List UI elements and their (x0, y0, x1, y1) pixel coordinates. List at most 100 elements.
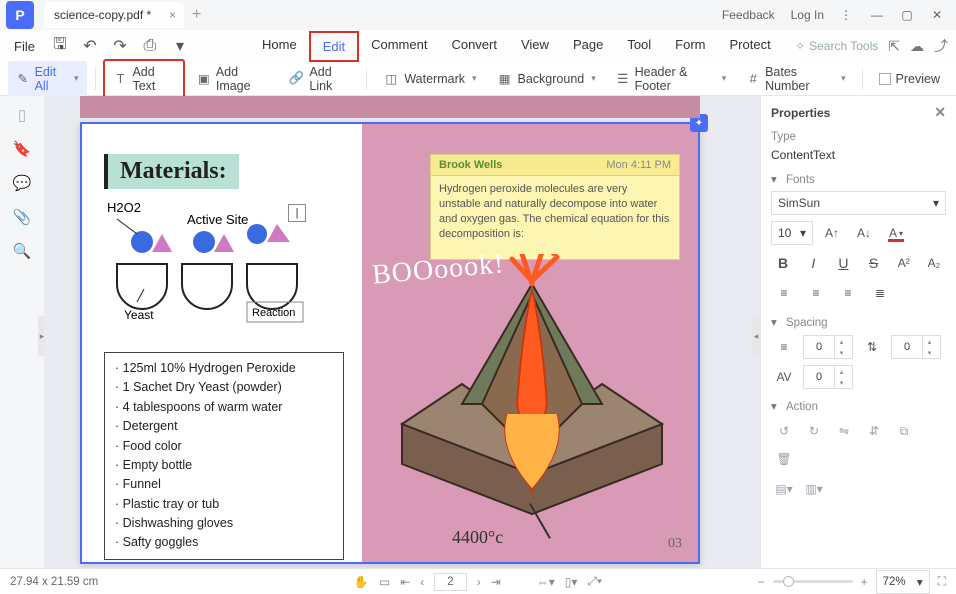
qat-chevron-icon[interactable]: ▾ (169, 35, 191, 57)
thumbnails-icon[interactable]: ▯ (18, 106, 26, 124)
up-arrow-icon[interactable]: ▴ (835, 336, 848, 347)
line-spacing-icon: ≡ (771, 335, 797, 359)
align-justify-button[interactable]: ≣ (867, 281, 893, 305)
zoom-out-icon[interactable]: − (758, 575, 765, 589)
edit-all-button[interactable]: ✎ Edit All ▾ (8, 61, 87, 97)
underline-button[interactable]: U (831, 251, 855, 275)
document-canvas[interactable]: ◂ ✦ Materials: | H2O2 Active Site (44, 96, 760, 568)
bookmarks-icon[interactable]: 🔖 (13, 140, 32, 158)
zoom-slider[interactable] (773, 580, 853, 583)
line-spacing-input[interactable]: ▴▾ (803, 335, 853, 359)
collapse-icon[interactable]: ▾ (771, 399, 781, 413)
subscript-button[interactable]: A₂ (922, 251, 946, 275)
rotate-cw-icon[interactable]: ↻ (801, 419, 827, 443)
down-arrow-icon[interactable]: ▾ (923, 347, 936, 358)
share-icon[interactable]: ⇱ (888, 38, 900, 55)
copy-icon[interactable]: ⧉ (891, 419, 917, 443)
bates-number-button[interactable]: # Bates Number ▾ (738, 61, 853, 97)
collapse-icon[interactable]: ▾ (771, 315, 781, 329)
superscript-button[interactable]: A² (892, 251, 916, 275)
search-tools-input[interactable]: ✧ Search Tools (795, 39, 878, 53)
properties-panel: Properties ✕ Type ContentText ▾Fonts Sim… (760, 96, 956, 568)
rotate-ccw-icon[interactable]: ↺ (771, 419, 797, 443)
font-color-button[interactable]: A▾ (883, 221, 909, 245)
flip-v-icon[interactable]: ⇵ (861, 419, 887, 443)
background-button[interactable]: ▦ Background ▾ (489, 67, 604, 91)
redo-icon[interactable]: ↷ (109, 35, 131, 57)
comments-icon[interactable]: 💬 (13, 174, 32, 192)
align-center-button[interactable]: ≡ (803, 281, 829, 305)
align-right-button[interactable]: ≡ (835, 281, 861, 305)
page-number-input[interactable]: 2 (434, 573, 466, 591)
print-icon[interactable]: ⎙ (139, 35, 161, 57)
last-page-icon[interactable]: ⇥ (491, 575, 501, 589)
para-spacing-input[interactable]: ▴▾ (891, 335, 941, 359)
tab-form[interactable]: Form (663, 31, 717, 62)
next-page-icon[interactable]: › (477, 575, 481, 589)
tab-home[interactable]: Home (250, 31, 309, 62)
add-text-button[interactable]: T Add Text (103, 59, 184, 99)
decrease-font-icon[interactable]: A↓ (851, 221, 877, 245)
add-link-button[interactable]: 🔗 Add Link (281, 61, 359, 97)
upload-icon[interactable]: ⤴ (934, 36, 948, 56)
flip-h-icon[interactable]: ⇋ (831, 419, 857, 443)
first-page-icon[interactable]: ⇤ (400, 575, 410, 589)
down-arrow-icon[interactable]: ▾ (835, 377, 848, 388)
delete-icon[interactable]: 🗑 (771, 447, 797, 471)
arrange-front-icon[interactable]: ▤▾ (771, 477, 797, 501)
fullscreen-icon[interactable]: ⛶ (938, 574, 946, 589)
add-image-button[interactable]: ▣ Add Image (189, 61, 277, 97)
fit-width-icon[interactable]: ⇔▾ (537, 575, 555, 589)
single-page-icon[interactable]: ▯▾ (565, 575, 578, 589)
read-mode-icon[interactable]: ⤢▾ (587, 574, 602, 589)
align-left-button[interactable]: ≡ (771, 281, 797, 305)
login-link[interactable]: Log In (785, 4, 830, 26)
up-arrow-icon[interactable]: ▴ (835, 366, 848, 377)
font-family-select[interactable]: SimSun▾ (771, 191, 946, 215)
zoom-select[interactable]: 72%▾ (876, 570, 930, 594)
sticky-note[interactable]: Brook Wells Mon 4:11 PM Hydrogen peroxid… (430, 154, 680, 260)
strikethrough-button[interactable]: S (862, 251, 886, 275)
font-size-select[interactable]: 10▾ (771, 221, 813, 245)
tab-close-icon[interactable]: × (169, 8, 176, 22)
arrange-back-icon[interactable]: ▥▾ (801, 477, 827, 501)
file-menu[interactable]: File (6, 35, 43, 58)
attachments-icon[interactable]: 📎 (13, 208, 32, 226)
tab-view[interactable]: View (509, 31, 561, 62)
tab-tool[interactable]: Tool (615, 31, 663, 62)
zoom-in-icon[interactable]: + (861, 575, 868, 589)
tab-page[interactable]: Page (561, 31, 615, 62)
page-dimensions: 27.94 x 21.59 cm (10, 576, 98, 588)
feedback-link[interactable]: Feedback (716, 4, 781, 26)
search-icon[interactable]: 🔍 (13, 242, 32, 260)
undo-icon[interactable]: ↶ (79, 35, 101, 57)
maximize-button[interactable]: ▢ (892, 3, 922, 27)
close-panel-icon[interactable]: ✕ (934, 104, 946, 121)
more-icon[interactable]: ⋮ (834, 4, 858, 26)
preview-toggle[interactable]: Preview (871, 68, 948, 90)
tab-edit[interactable]: Edit (309, 31, 359, 62)
close-window-button[interactable]: ✕ (922, 3, 952, 27)
save-icon[interactable]: 🖫 (49, 35, 71, 57)
prev-page-icon[interactable]: ‹ (420, 575, 424, 589)
up-arrow-icon[interactable]: ▴ (923, 336, 936, 347)
minimize-button[interactable]: — (862, 3, 892, 27)
collapse-icon[interactable]: ▾ (771, 172, 781, 186)
new-tab-button[interactable]: + (192, 6, 201, 24)
header-footer-button[interactable]: ☰ Header & Footer ▾ (608, 61, 734, 97)
slider-thumb[interactable] (783, 576, 794, 587)
cloud-icon[interactable]: ☁ (910, 38, 924, 55)
tab-convert[interactable]: Convert (439, 31, 509, 62)
bold-button[interactable]: B (771, 251, 795, 275)
collapse-panel-handle[interactable]: ◂ (752, 316, 760, 356)
document-tab[interactable]: science-copy.pdf * × (44, 2, 184, 28)
down-arrow-icon[interactable]: ▾ (835, 347, 848, 358)
italic-button[interactable]: I (801, 251, 825, 275)
tab-protect[interactable]: Protect (718, 31, 783, 62)
watermark-button[interactable]: ◫ Watermark ▾ (375, 67, 484, 91)
char-spacing-input[interactable]: ▴▾ (803, 365, 853, 389)
hand-tool-icon[interactable]: ✋ (354, 575, 369, 589)
select-tool-icon[interactable]: ▭ (379, 575, 390, 589)
increase-font-icon[interactable]: A↑ (819, 221, 845, 245)
tab-comment[interactable]: Comment (359, 31, 439, 62)
